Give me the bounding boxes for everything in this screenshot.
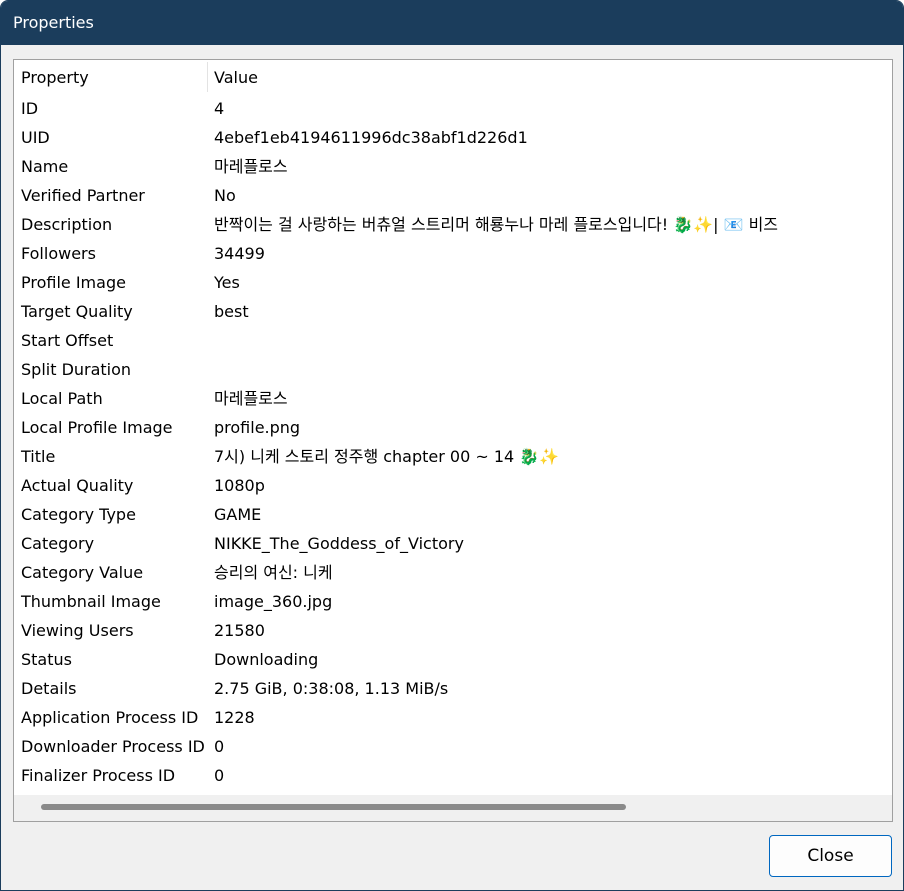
property-name: Category: [21, 534, 95, 553]
property-name: UID: [21, 128, 50, 147]
window-title: Properties: [13, 13, 94, 32]
property-value: 반짝이는 걸 사랑하는 버츄얼 스트리머 해룡누나 마레 플로스입니다! 🐉✨|…: [214, 215, 779, 234]
property-name: Followers: [21, 244, 96, 263]
table-row[interactable]: Category NIKKE_The_Goddess_of_Victory: [14, 529, 892, 558]
property-value: 2.75 GiB, 0:38:08, 1.13 MiB/s: [214, 679, 449, 698]
table-row[interactable]: Profile Image Yes: [14, 268, 892, 297]
column-header-value[interactable]: Value: [214, 60, 258, 95]
table-row[interactable]: Status Downloading: [14, 645, 892, 674]
property-name: Target Quality: [21, 302, 133, 321]
table-row[interactable]: Finalizer Process ID 0: [14, 761, 892, 790]
property-name: Profile Image: [21, 273, 126, 292]
table-row[interactable]: Viewing Users 21580: [14, 616, 892, 645]
property-name: Thumbnail Image: [21, 592, 161, 611]
table-row[interactable]: Target Quality best: [14, 297, 892, 326]
table-row[interactable]: Split Duration: [14, 355, 892, 384]
property-value: best: [214, 302, 249, 321]
property-name: Status: [21, 650, 72, 669]
property-name: Viewing Users: [21, 621, 134, 640]
table-row[interactable]: Actual Quality 1080p: [14, 471, 892, 500]
property-name: Finalizer Process ID: [21, 766, 176, 785]
table-row[interactable]: UID 4ebef1eb4194611996dc38abf1d226d1: [14, 123, 892, 152]
list-rows: ID 4 UID 4ebef1eb4194611996dc38abf1d226d1 Na…: [14, 94, 892, 790]
property-value: GAME: [214, 505, 262, 524]
table-row[interactable]: Application Process ID 1228: [14, 703, 892, 732]
property-value: image_360.jpg: [214, 592, 333, 611]
property-value: 0: [214, 737, 225, 756]
table-row[interactable]: Category Value 승리의 여신: 니케: [14, 558, 892, 587]
property-name: Title: [21, 447, 56, 466]
table-row[interactable]: Downloader Process ID 0: [14, 732, 892, 761]
properties-list[interactable]: Property Value ID 4 UID 4ebef1eb4194611996d…: [13, 59, 893, 822]
property-name: Category Value: [21, 563, 144, 582]
property-value: 4ebef1eb4194611996dc38abf1d226d1: [214, 128, 528, 147]
property-value: 4: [214, 99, 225, 118]
property-value: 34499: [214, 244, 265, 263]
property-name: ID: [21, 99, 39, 118]
property-value: [214, 326, 890, 355]
property-name: Category Type: [21, 505, 136, 524]
property-value: NIKKE_The_Goddess_of_Victory: [214, 534, 464, 553]
property-value: [214, 355, 890, 384]
property-value: 승리의 여신: 니케: [214, 563, 333, 582]
close-button[interactable]: Close: [769, 835, 892, 877]
property-value: profile.png: [214, 418, 301, 437]
property-value: 마레플로스: [214, 389, 288, 408]
table-row[interactable]: Followers 34499: [14, 239, 892, 268]
table-row[interactable]: Name 마레플로스: [14, 152, 892, 181]
table-row[interactable]: Verified Partner No: [14, 181, 892, 210]
table-row[interactable]: Details 2.75 GiB, 0:38:08, 1.13 MiB/s: [14, 674, 892, 703]
table-row[interactable]: ID 4: [14, 94, 892, 123]
property-value: 21580: [214, 621, 265, 640]
title-bar[interactable]: Properties: [1, 1, 903, 45]
table-row[interactable]: Local Profile Image profile.png: [14, 413, 892, 442]
table-row[interactable]: Description 반짝이는 걸 사랑하는 버츄얼 스트리머 해룡누나 마레 …: [14, 210, 892, 239]
column-divider[interactable]: [207, 62, 208, 92]
property-name: Verified Partner: [21, 186, 145, 205]
table-row[interactable]: Thumbnail Image image_360.jpg: [14, 587, 892, 616]
property-value: Yes: [214, 273, 240, 292]
property-value: 1228: [214, 708, 255, 727]
table-row[interactable]: Title 7시) 니케 스토리 정주행 chapter 00 ~ 14 🐉✨: [14, 442, 892, 471]
property-value: 1080p: [214, 476, 265, 495]
property-value: No: [214, 186, 236, 205]
property-name: Details: [21, 679, 77, 698]
horizontal-scrollbar[interactable]: [14, 795, 892, 821]
property-value: Downloading: [214, 650, 319, 669]
property-name: Split Duration: [21, 360, 132, 379]
property-name: Description: [21, 215, 113, 234]
property-name: Downloader Process ID: [21, 737, 205, 756]
property-name: Name: [21, 157, 69, 176]
property-name: Local Profile Image: [21, 418, 173, 437]
scrollbar-thumb[interactable]: [41, 804, 626, 810]
property-value: 0: [214, 766, 225, 785]
property-name: Local Path: [21, 389, 103, 408]
property-value: 7시) 니케 스토리 정주행 chapter 00 ~ 14 🐉✨: [214, 447, 560, 466]
property-name: Actual Quality: [21, 476, 134, 495]
property-name: Application Process ID: [21, 708, 199, 727]
column-header-property[interactable]: Property: [21, 60, 89, 95]
property-name: Start Offset: [21, 331, 114, 350]
list-header: Property Value: [14, 60, 892, 95]
table-row[interactable]: Category Type GAME: [14, 500, 892, 529]
properties-window: Properties Property Value ID 4 UID 4ebef1eb…: [0, 0, 904, 891]
table-row[interactable]: Start Offset: [14, 326, 892, 355]
table-row[interactable]: Local Path 마레플로스: [14, 384, 892, 413]
property-value: 마레플로스: [214, 157, 288, 176]
